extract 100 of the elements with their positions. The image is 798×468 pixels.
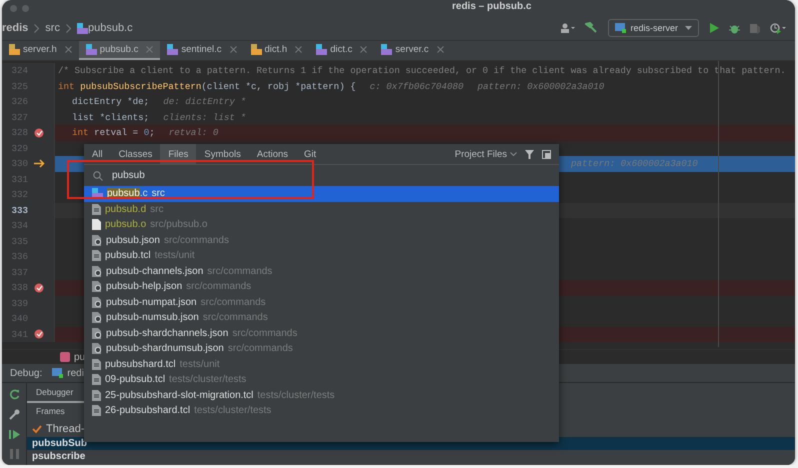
inline-value-hint: retval: 0	[168, 127, 218, 138]
search-result[interactable]: pubsub-shardnumsub.json src/commands	[84, 341, 559, 356]
run-configuration-dropdown[interactable]: redis-server	[608, 19, 699, 37]
close-icon[interactable]	[295, 46, 302, 53]
search-tab[interactable]: Classes	[110, 144, 160, 164]
text-file-icon	[92, 390, 101, 401]
search-tab[interactable]: Files	[160, 144, 196, 164]
search-tab[interactable]: All	[84, 144, 111, 164]
app-icon	[615, 23, 626, 33]
run-icon	[710, 23, 719, 33]
close-icon[interactable]	[64, 46, 72, 53]
close-light[interactable]	[10, 4, 17, 12]
search-tab[interactable]: Symbols	[196, 144, 249, 164]
inline-value-hint: c: 0x7fb06c704080	[370, 80, 464, 92]
file-tab[interactable]: pubsub.c	[78, 41, 160, 60]
stop-icon	[750, 22, 760, 34]
search-result[interactable]: pubsub.tcl tests/unit	[84, 248, 559, 264]
h-file-icon	[250, 44, 262, 55]
file-tab[interactable]: server.c	[374, 41, 451, 60]
search-result[interactable]: pubsub.o src/pubsub.o	[84, 217, 559, 232]
file-tab[interactable]: dict.h	[244, 41, 310, 60]
search-tab[interactable]: Git	[296, 144, 324, 164]
text-file-icon	[92, 250, 101, 262]
check-icon	[32, 424, 42, 434]
text-file-icon	[92, 405, 101, 416]
debug-label: Debug:	[10, 368, 42, 378]
file-tab[interactable]: dict.c	[309, 41, 374, 60]
text-file-icon	[92, 374, 101, 386]
file-tab[interactable]: sentinel.c	[160, 41, 244, 60]
search-result[interactable]: 26-pubsubshard.tcl tests/cluster/tests	[84, 403, 559, 418]
close-icon[interactable]	[146, 46, 154, 53]
function-icon	[60, 352, 70, 362]
breadcrumb-item[interactable]: pubsub.c	[88, 22, 133, 34]
chevron-right-icon	[66, 24, 71, 32]
thread-item[interactable]: Thread-'	[46, 423, 87, 435]
json-file-icon	[92, 296, 102, 308]
breadcrumb-item[interactable]: redis	[2, 22, 28, 34]
code-line: /* Subscribe a client to a pattern. Returns 1 if the operation succeeded, or 0 if the client was already subscribed to that pattern.	[57, 65, 786, 76]
c-file-icon	[316, 44, 328, 55]
code-line: list *clients;	[71, 112, 150, 123]
c-file-icon	[86, 44, 97, 55]
stack-frame-item[interactable]: psubscribe	[27, 450, 795, 463]
user-icon	[561, 23, 576, 33]
pause-icon	[10, 449, 18, 459]
breadcrumb-item[interactable]: src	[45, 22, 60, 34]
bug-icon	[729, 22, 740, 34]
search-result[interactable]: pubsub.d src	[84, 202, 559, 217]
caret-down-icon	[685, 26, 692, 30]
json-file-icon	[92, 281, 102, 292]
minimize-light[interactable]	[22, 4, 29, 12]
inline-value-hint: pattern: 0x600002a3a010	[477, 80, 604, 92]
json-file-icon	[92, 343, 102, 354]
json-file-icon	[92, 266, 102, 277]
json-file-icon	[92, 312, 102, 324]
pin-window-icon[interactable]	[542, 150, 551, 158]
text-file-icon	[92, 358, 101, 370]
search-result[interactable]: pubsubshard.tcl tests/unit	[84, 356, 559, 372]
file-icon	[92, 219, 101, 230]
app-icon	[52, 368, 64, 378]
chevron-right-icon	[34, 24, 40, 32]
wrench-icon	[8, 409, 20, 420]
search-result[interactable]: pubsub.json src/commands	[84, 232, 559, 248]
search-result[interactable]: pubsub-help.json src/commands	[84, 279, 559, 294]
window-title: redis – pubsub.c	[452, 1, 532, 12]
search-result[interactable]: pubsub.c src	[84, 186, 559, 202]
close-icon[interactable]	[230, 46, 236, 53]
scope-dropdown[interactable]: Project Files	[454, 148, 517, 160]
c-file-icon	[381, 44, 392, 55]
search-result[interactable]: pubsub-channels.json src/commands	[84, 264, 559, 279]
search-result[interactable]: pubsub-numpat.json src/commands	[84, 294, 559, 310]
inline-value-hint: pattern: 0x600002a3a010	[571, 158, 698, 170]
c-file-icon	[76, 22, 88, 34]
inline-value-hint: de: dictEntry *	[163, 96, 246, 108]
filter-icon[interactable]	[525, 150, 534, 158]
h-file-icon	[9, 44, 20, 55]
close-icon[interactable]	[360, 46, 368, 53]
debug-session-tab[interactable]: redi	[52, 368, 84, 378]
file-tab[interactable]: server.h	[2, 41, 79, 60]
search-field[interactable]: pubsub	[112, 170, 412, 181]
json-file-icon	[92, 234, 102, 246]
json-file-icon	[92, 328, 102, 339]
frames-label: Frames	[35, 405, 66, 418]
chevron-down-icon	[510, 152, 517, 156]
search-tab[interactable]: Actions	[248, 144, 296, 164]
code-line: int retval = 0;	[71, 127, 155, 138]
rerun-icon	[8, 389, 20, 400]
close-icon[interactable]	[436, 46, 444, 53]
code-line: dictEntry *de;	[71, 96, 150, 108]
code-line: int pubsubSubscribePattern(client *c, robj *pattern) {	[57, 80, 356, 92]
search-icon	[93, 170, 103, 180]
profiler-icon	[770, 22, 786, 34]
hammer-icon	[585, 22, 598, 34]
search-result[interactable]: pubsub-shardchannels.json src/commands	[84, 326, 559, 341]
text-file-icon	[92, 204, 101, 215]
line-number: 333	[10, 204, 28, 216]
resume-icon	[8, 429, 20, 440]
search-result[interactable]: pubsub-numsub.json src/commands	[84, 310, 559, 326]
inline-value-hint: clients: list *	[163, 112, 246, 123]
c-file-icon	[92, 188, 103, 200]
c-file-icon	[167, 44, 178, 55]
